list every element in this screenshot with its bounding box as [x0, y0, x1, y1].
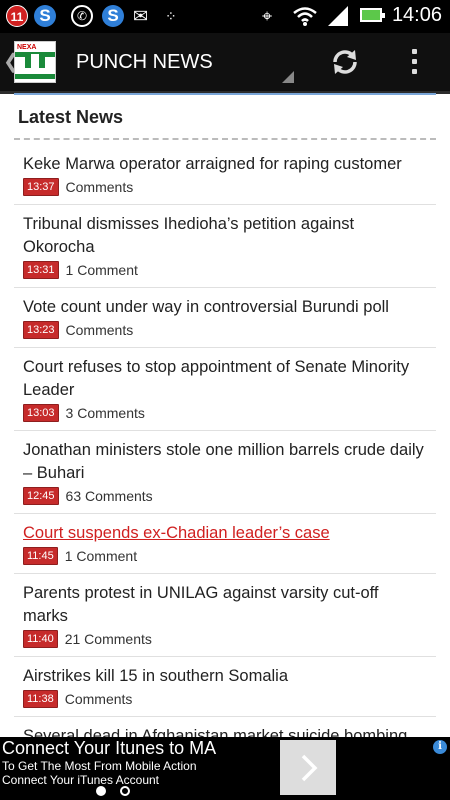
news-meta: 11:45 1 Comment	[23, 547, 427, 567]
signal-icon	[328, 6, 348, 26]
news-headline[interactable]: Tribunal dismisses Ihedioha’s petition a…	[23, 213, 427, 259]
status-bar: 11 S ✆ S ✉ ⁘ ⌖ 14:06	[0, 0, 450, 33]
news-meta: 13:37 Comments	[23, 178, 427, 198]
news-list: Keke Marwa operator arraigned for raping…	[14, 145, 436, 777]
news-meta: 13:23 Comments	[23, 321, 427, 341]
news-headline[interactable]: Court suspends ex-Chadian leader’s case	[23, 522, 427, 545]
timestamp-badge: 11:45	[23, 547, 58, 565]
timestamp-badge: 11:38	[23, 690, 58, 708]
section-title: Latest News	[18, 107, 124, 127]
news-headline[interactable]: Vote count under way in controversial Bu…	[23, 296, 427, 319]
mail-icon: ✉	[133, 6, 149, 26]
overflow-menu-icon[interactable]	[407, 45, 421, 79]
news-headline[interactable]: Keke Marwa operator arraigned for raping…	[23, 153, 427, 176]
news-meta: 12:45 63 Comments	[23, 487, 427, 507]
logo-text: NEXA	[17, 44, 37, 51]
app-bar: ❮ NEXA PUNCH NEWS	[0, 33, 450, 94]
comment-count[interactable]: 3 Comments	[66, 405, 145, 421]
app-logo[interactable]: NEXA	[14, 41, 56, 83]
dashed-divider	[14, 138, 436, 140]
comment-count[interactable]: 1 Comment	[65, 548, 137, 564]
timestamp-badge: 13:31	[23, 261, 59, 279]
news-item[interactable]: Parents protest in UNILAG against varsit…	[14, 574, 436, 657]
gps-icon: ⌖	[262, 6, 273, 26]
sync-s-icon: S	[102, 5, 124, 27]
timestamp-badge: 13:23	[23, 321, 59, 339]
app-title[interactable]: PUNCH NEWS	[76, 51, 213, 74]
ad-title[interactable]: Connect Your Itunes to MA	[2, 738, 216, 759]
chevron-right-icon	[301, 754, 318, 782]
wifi-icon	[293, 7, 317, 26]
notification-badge-icon: 11	[6, 5, 28, 27]
battery-charging-icon	[360, 8, 385, 22]
comment-count[interactable]: Comments	[66, 322, 134, 338]
whatsapp-icon: ✆	[71, 5, 93, 27]
ad-banner[interactable]: Connect Your Itunes to MA To Get The Mos…	[0, 737, 450, 800]
divider	[14, 93, 436, 95]
news-headline[interactable]: Airstrikes kill 15 in southern Somalia	[23, 665, 427, 688]
pager-dot-active[interactable]	[96, 786, 106, 796]
ad-open-button[interactable]	[280, 740, 336, 795]
comment-count[interactable]: 1 Comment	[66, 262, 138, 278]
news-item[interactable]: Jonathan ministers stole one million bar…	[14, 431, 436, 514]
comment-count[interactable]: Comments	[65, 691, 133, 707]
timestamp-badge: 12:45	[23, 487, 59, 505]
pager-dot[interactable]	[120, 786, 130, 796]
clock: 14:06	[391, 4, 442, 26]
refresh-icon[interactable]	[329, 46, 361, 78]
news-meta: 13:31 1 Comment	[23, 261, 427, 281]
ad-line-3[interactable]: Connect Your iTunes Account	[2, 773, 159, 787]
info-icon[interactable]: i	[433, 740, 447, 754]
news-item[interactable]: Court suspends ex-Chadian leader’s case 1…	[14, 514, 436, 574]
comment-count[interactable]: 63 Comments	[66, 488, 153, 504]
comment-count[interactable]: Comments	[66, 179, 134, 195]
news-item[interactable]: Keke Marwa operator arraigned for raping…	[14, 145, 436, 205]
news-headline[interactable]: Court refuses to stop appointment of Sen…	[23, 356, 427, 402]
sync-s-icon: S	[34, 5, 56, 27]
news-item[interactable]: Court refuses to stop appointment of Sen…	[14, 348, 436, 431]
news-item[interactable]: Airstrikes kill 15 in southern Somalia 11…	[14, 657, 436, 717]
timestamp-badge: 11:40	[23, 630, 58, 648]
news-item[interactable]: Tribunal dismisses Ihedioha’s petition a…	[14, 205, 436, 288]
news-item[interactable]: Vote count under way in controversial Bu…	[14, 288, 436, 348]
blackberry-icon: ⁘	[165, 8, 177, 24]
comment-count[interactable]: 21 Comments	[65, 631, 152, 647]
news-meta: 11:38 Comments	[23, 690, 427, 710]
timestamp-badge: 13:03	[23, 404, 59, 422]
news-headline[interactable]: Jonathan ministers stole one million bar…	[23, 439, 427, 485]
timestamp-badge: 13:37	[23, 178, 59, 196]
news-meta: 11:40 21 Comments	[23, 630, 427, 650]
ad-line-2[interactable]: To Get The Most From Mobile Action	[2, 759, 197, 773]
dropdown-indicator-icon[interactable]	[282, 71, 294, 83]
news-meta: 13:03 3 Comments	[23, 404, 427, 424]
news-headline[interactable]: Parents protest in UNILAG against varsit…	[23, 582, 427, 628]
